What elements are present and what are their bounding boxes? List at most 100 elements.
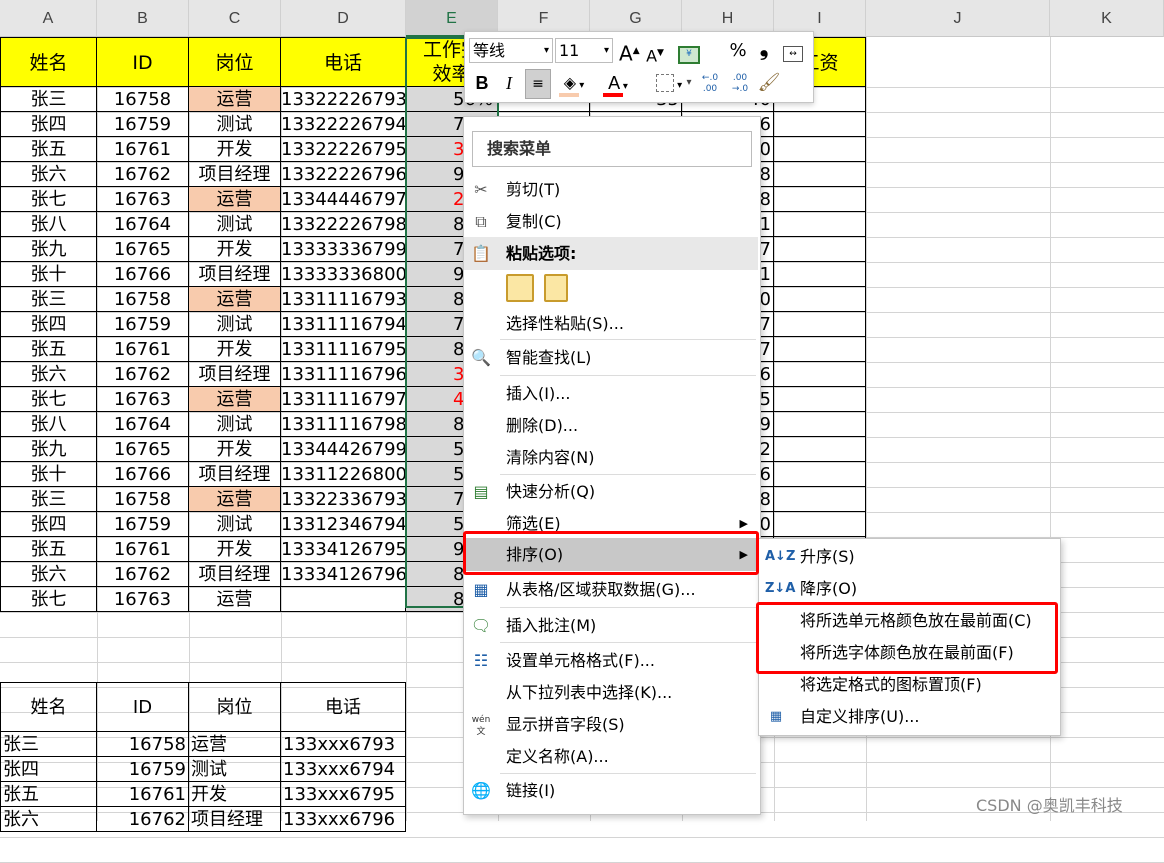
table-cell[interactable] [774, 212, 866, 237]
table-cell[interactable]: 张十 [0, 262, 97, 287]
table-cell[interactable]: 开发 [189, 437, 281, 462]
table-cell[interactable]: 13311116796 [281, 362, 406, 387]
table-cell[interactable]: 运营 [189, 187, 281, 212]
menu-item-delete[interactable]: 删除(D)... [464, 409, 758, 442]
table2-cell[interactable]: 16762 [97, 807, 189, 832]
table-cell[interactable]: 16762 [97, 362, 189, 387]
table2-cell[interactable]: 张五 [0, 782, 97, 807]
table-cell[interactable]: 13344446797 [281, 187, 406, 212]
table-cell[interactable]: 开发 [189, 137, 281, 162]
table-cell[interactable]: 13311116793 [281, 287, 406, 312]
table-header-cell[interactable]: 岗位 [189, 37, 281, 87]
menu-item-smart-lookup[interactable]: 🔍 智能查找(L) [464, 341, 758, 374]
align-center-button[interactable]: ≡ [525, 69, 551, 99]
table-cell[interactable]: 张六 [0, 162, 97, 187]
font-size-select[interactable]: 11 ▾ [555, 38, 613, 63]
table-cell[interactable]: 张五 [0, 337, 97, 362]
table-cell[interactable]: 张三 [0, 87, 97, 112]
table-cell[interactable]: 16764 [97, 412, 189, 437]
shrink-font-button[interactable]: A▼ [645, 40, 665, 66]
search-menu-input[interactable]: 搜索菜单 [472, 131, 752, 167]
table-cell[interactable]: 张七 [0, 187, 97, 212]
table-cell[interactable]: 16764 [97, 212, 189, 237]
table-cell[interactable]: 运营 [189, 587, 281, 612]
table-cell[interactable]: 张八 [0, 212, 97, 237]
table-cell[interactable]: 张九 [0, 437, 97, 462]
menu-item-format-cells[interactable]: ☷ 设置单元格格式(F)... [464, 644, 758, 677]
table-cell[interactable]: 测试 [189, 512, 281, 537]
table-cell[interactable]: 项目经理 [189, 562, 281, 587]
menu-item-copy[interactable]: ⧉ 复制(C) [464, 205, 758, 238]
table-cell[interactable]: 13311116795 [281, 337, 406, 362]
bold-button[interactable]: B [471, 70, 493, 96]
table-cell[interactable]: 运营 [189, 487, 281, 512]
table-cell[interactable]: 16758 [97, 487, 189, 512]
menu-item-pick-list[interactable]: 从下拉列表中选择(K)... [464, 676, 758, 709]
table-cell[interactable]: 开发 [189, 337, 281, 362]
table-cell[interactable]: 张九 [0, 237, 97, 262]
table2-cell[interactable]: 张四 [0, 757, 97, 782]
menu-item-define-name[interactable]: 定义名称(A)... [464, 740, 758, 773]
menu-item-cut[interactable]: ✂ 剪切(T) [464, 173, 758, 206]
grow-font-button[interactable]: A▲ [619, 38, 640, 66]
menu-item-phonetic[interactable]: wén 文显示拼音字段(S) [464, 708, 758, 741]
table2-cell[interactable]: 开发 [189, 782, 281, 807]
table-cell[interactable]: 13311116797 [281, 387, 406, 412]
table-cell[interactable]: 张三 [0, 487, 97, 512]
table-cell[interactable]: 16765 [97, 437, 189, 462]
currency-format-button[interactable]: ¥ ▾ [675, 38, 703, 88]
table-cell[interactable] [774, 287, 866, 312]
percent-button[interactable]: % [727, 38, 749, 64]
table-cell[interactable]: 16758 [97, 87, 189, 112]
table-header-cell[interactable]: 姓名 [0, 37, 97, 87]
table-cell[interactable]: 测试 [189, 412, 281, 437]
table-cell[interactable] [774, 512, 866, 537]
table-cell[interactable] [774, 162, 866, 187]
table-cell[interactable]: 13322226795 [281, 137, 406, 162]
table2-cell[interactable]: 测试 [189, 757, 281, 782]
table-cell[interactable]: 项目经理 [189, 362, 281, 387]
table2-header-cell[interactable]: 电话 [281, 682, 406, 732]
table2-cell[interactable]: 133xxx6794 [281, 757, 406, 782]
font-color-button[interactable]: A ▾ [601, 70, 635, 97]
table2-cell[interactable]: 16759 [97, 757, 189, 782]
table2-header-cell[interactable]: 岗位 [189, 682, 281, 732]
comma-style-button[interactable]: ❟ [755, 36, 773, 62]
font-name-select[interactable]: 等线 ▾ [469, 38, 553, 63]
menu-item-paste-special[interactable]: 选择性粘贴(S)... [464, 307, 758, 340]
table-cell[interactable]: 16761 [97, 137, 189, 162]
italic-button[interactable]: I [499, 70, 519, 96]
table-cell[interactable] [774, 487, 866, 512]
table-cell[interactable]: 13311116798 [281, 412, 406, 437]
table-cell[interactable]: 张三 [0, 287, 97, 312]
submenu-item-custom-sort[interactable]: ▦ 自定义排序(U)... [759, 701, 1058, 733]
table-cell[interactable]: 张四 [0, 512, 97, 537]
table2-cell[interactable]: 133xxx6796 [281, 807, 406, 832]
table-cell[interactable]: 张六 [0, 362, 97, 387]
paste-values-icon[interactable] [544, 274, 568, 302]
table2-header-cell[interactable]: ID [97, 682, 189, 732]
table-cell[interactable]: 16762 [97, 562, 189, 587]
table-cell[interactable]: 16763 [97, 587, 189, 612]
table-cell[interactable]: 16765 [97, 237, 189, 262]
table-cell[interactable]: 13322226794 [281, 112, 406, 137]
table2-cell[interactable]: 133xxx6793 [281, 732, 406, 757]
table-header-cell[interactable]: 电话 [281, 37, 406, 87]
table-cell[interactable]: 13322226793 [281, 87, 406, 112]
table-cell[interactable]: 16763 [97, 187, 189, 212]
paste-formatting-icon[interactable] [506, 274, 534, 302]
menu-item-link[interactable]: 🌐 链接(I) [464, 774, 758, 807]
table-cell[interactable]: 16766 [97, 262, 189, 287]
table-cell[interactable] [774, 187, 866, 212]
table-cell[interactable]: 13344426799 [281, 437, 406, 462]
col-header-j[interactable]: J [866, 0, 1050, 37]
table2-cell[interactable]: 16758 [97, 732, 189, 757]
table-cell[interactable]: 张四 [0, 312, 97, 337]
table-cell[interactable]: 16759 [97, 312, 189, 337]
table-cell[interactable]: 测试 [189, 212, 281, 237]
table-cell[interactable]: 开发 [189, 537, 281, 562]
table2-cell[interactable]: 项目经理 [189, 807, 281, 832]
table-cell[interactable]: 张六 [0, 562, 97, 587]
table-cell[interactable]: 张五 [0, 137, 97, 162]
table-cell[interactable] [774, 412, 866, 437]
